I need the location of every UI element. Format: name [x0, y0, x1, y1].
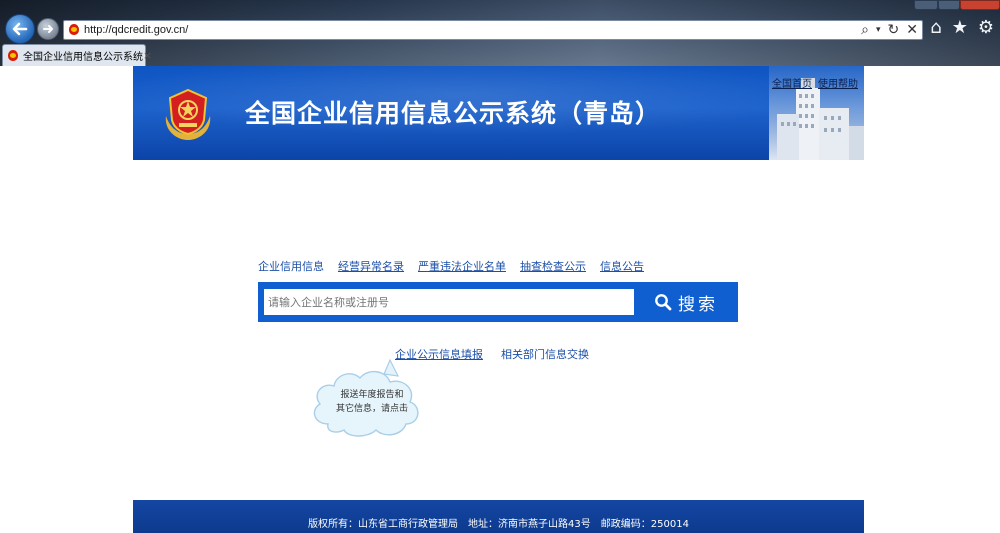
minimize-button[interactable] — [914, 0, 938, 10]
site-footer: 版权所有：山东省工商行政管理局 地址：济南市燕子山路43号 邮政编码：25001… — [133, 500, 864, 533]
address-tools: ⌕ ▾ ↻ ✕ — [861, 23, 922, 37]
category-inspection[interactable]: 抽查检查公示 — [520, 258, 586, 274]
tab-favicon-icon — [7, 49, 19, 62]
national-home-link[interactable]: 全国首页 — [772, 75, 812, 90]
gear-icon[interactable]: ⚙ — [978, 19, 994, 37]
dropdown-icon[interactable]: ▾ — [876, 25, 881, 35]
home-icon[interactable]: ⌂ — [930, 19, 941, 37]
search-icon[interactable]: ⌕ — [861, 23, 869, 37]
category-links: 企业信用信息 经营异常名录 严重违法企业名单 抽查检查公示 信息公告 — [258, 258, 644, 274]
browser-toolbar-icons: ⌂ ★ ⚙ — [930, 19, 994, 37]
search-button-label: 搜索 — [678, 294, 718, 315]
category-enterprise-credit[interactable]: 企业信用信息 — [258, 258, 324, 274]
emblem-icon — [165, 88, 211, 140]
site-favicon-icon — [68, 24, 80, 36]
star-icon[interactable]: ★ — [952, 19, 968, 37]
site-banner: 全国企业信用信息公示系统（青岛） 全国首页 使用帮助 — [133, 66, 864, 160]
tab-title: 全国企业信用信息公示系统 — [23, 52, 143, 63]
category-illegal-list[interactable]: 严重违法企业名单 — [418, 258, 506, 274]
arrow-right-icon — [43, 25, 53, 33]
address-bar[interactable]: http://qdcredit.gov.cn/ ⌕ ▾ ↻ ✕ — [63, 20, 923, 40]
browser-tab[interactable]: 全国企业信用信息公示系统 × — [2, 44, 152, 66]
cloud-tip-line-1: 报送年度报告和 — [340, 390, 404, 400]
help-link[interactable]: 使用帮助 — [818, 75, 858, 90]
cloud-tip-line-2: 其它信息，请点击 — [335, 404, 408, 414]
stop-icon[interactable]: ✕ — [906, 23, 918, 37]
department-exchange-link[interactable]: 相关部门信息交换 — [501, 346, 589, 362]
browser-chrome: http://qdcredit.gov.cn/ ⌕ ▾ ↻ ✕ ⌂ ★ ⚙ 全国… — [0, 0, 1000, 66]
search-button[interactable]: 搜索 — [638, 288, 734, 316]
banner-links: 全国首页 使用帮助 — [772, 75, 858, 90]
tab-close-icon[interactable]: × — [143, 49, 156, 62]
search-input[interactable] — [264, 289, 634, 315]
category-abnormal-list[interactable]: 经营异常名录 — [338, 258, 404, 274]
site-title: 全国企业信用信息公示系统（青岛） — [245, 99, 662, 128]
window-controls — [914, 0, 1000, 10]
refresh-icon[interactable]: ↻ — [888, 23, 900, 37]
cloud-tip-text[interactable]: 报送年度报告和 其它信息，请点击 — [322, 388, 422, 416]
back-button[interactable] — [5, 14, 35, 44]
footer-text: 版权所有：山东省工商行政管理局 地址：济南市燕子山路43号 邮政编码：25001… — [308, 519, 689, 530]
close-window-button[interactable] — [960, 0, 1000, 10]
search-box: 搜索 — [258, 282, 738, 322]
url-text[interactable]: http://qdcredit.gov.cn/ — [84, 24, 861, 36]
magnifier-icon — [655, 294, 672, 311]
maximize-button[interactable] — [938, 0, 960, 10]
arrow-left-icon — [12, 22, 28, 36]
forward-button[interactable] — [37, 18, 59, 40]
category-announcements[interactable]: 信息公告 — [600, 258, 644, 274]
